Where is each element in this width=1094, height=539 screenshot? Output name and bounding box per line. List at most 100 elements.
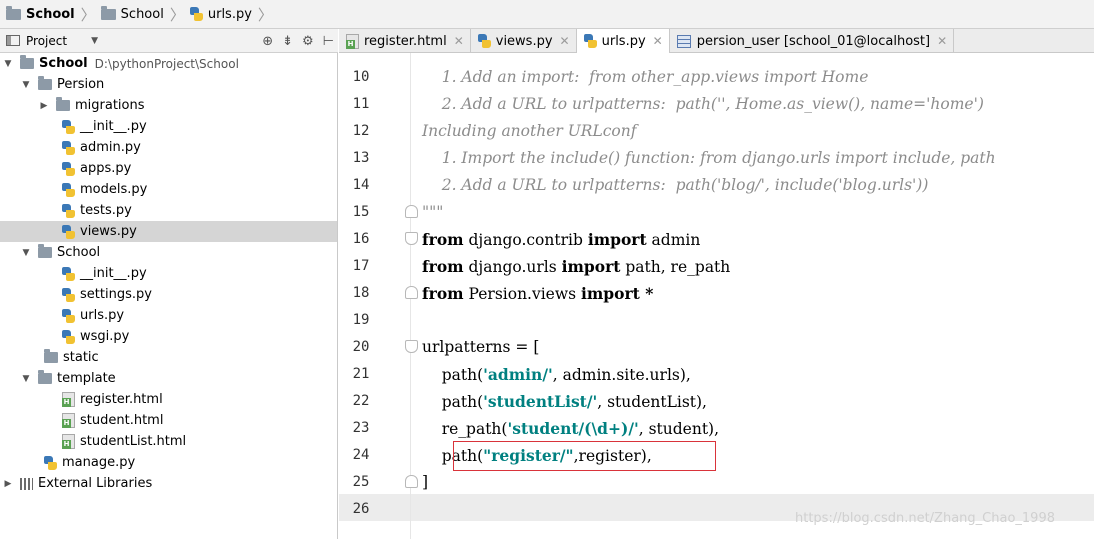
breadcrumb-folder[interactable]: School 〉 [100,0,190,29]
line-number: 21 [352,366,370,382]
locate-file-icon[interactable]: ⊕ [262,34,273,49]
python-file-icon [62,308,75,323]
hide-panel-icon[interactable]: ⊢ [323,34,334,49]
tree-item-file[interactable]: urls.py [0,305,337,326]
tab-urls-py[interactable]: urls.py ✕ [576,29,670,53]
chevron-right-icon[interactable]: ▶ [38,101,50,111]
tree-item-folder[interactable]: static [0,347,337,368]
annotation-highlight-box [453,441,716,471]
string-token: 'student/(\d+)/' [507,419,639,438]
chevron-right-icon[interactable]: ▶ [2,479,14,489]
tree-item-file[interactable]: settings.py [0,284,337,305]
html-file-icon [346,33,359,49]
close-icon[interactable]: ✕ [560,34,570,48]
line-number: 26 [352,501,370,517]
collapse-all-icon[interactable]: ⇟ [282,34,293,49]
line-number: 24 [352,447,370,463]
tree-item-file[interactable]: apps.py [0,158,337,179]
tree-item-file[interactable]: admin.py [0,137,337,158]
fold-marker-icon[interactable] [405,205,418,218]
chevron-down-icon[interactable]: ▼ [20,374,32,384]
fold-marker-icon[interactable] [405,286,418,299]
tree-item-file[interactable]: manage.py [0,452,337,473]
code-token: , studentList), [597,393,707,411]
python-file-icon [477,34,491,48]
project-tree: ▼ School D:\pythonProject\School ▼ Persi… [0,53,338,539]
tree-item-folder[interactable]: ▼ template [0,368,337,389]
code-token: path, re_path [620,258,731,276]
tree-item-label: views.py [80,224,137,239]
keyword-token: import [581,284,640,303]
tab-views-py[interactable]: views.py ✕ [471,29,577,53]
tab-persion-user-table[interactable]: persion_user [school_01@localhost] ✕ [670,29,955,53]
html-file-icon [62,434,75,449]
python-file-icon [62,329,75,344]
keyword-token: from [422,257,464,276]
fold-marker-icon[interactable] [405,232,418,245]
tree-item-label: manage.py [62,455,136,470]
line-number: 23 [352,420,370,436]
folder-icon [100,5,116,20]
gear-icon[interactable]: ⚙ [302,34,314,49]
tree-item-label: Persion [57,77,105,92]
tree-item-folder[interactable]: ▼ School [0,242,337,263]
tree-item-label: admin.py [80,140,141,155]
code-line-10: 1. Add an import: from other_app.views i… [422,68,869,86]
line-number: 20 [352,339,370,355]
python-file-icon [62,266,75,281]
tree-item-label: __init__.py [80,119,147,134]
tree-item-label: __init__.py [80,266,147,281]
line-number: 22 [352,393,370,409]
tab-label: persion_user [school_01@localhost] [696,33,931,49]
python-file-icon [62,182,75,197]
chevron-down-icon[interactable]: ▼ [20,80,32,90]
breadcrumb-file[interactable]: urls.py 〉 [189,0,278,29]
chevron-down-icon[interactable]: ▼ [20,248,32,258]
fold-marker-icon[interactable] [405,340,418,353]
tab-register-html[interactable]: register.html ✕ [339,29,471,53]
code-line-11: 2. Add a URL to urlpatterns: path('', Ho… [422,95,984,113]
python-file-icon [62,161,75,176]
keyword-token: from [422,230,464,249]
tree-item-folder[interactable]: ▼ Persion [0,74,337,95]
tree-item-file[interactable]: __init__.py [0,116,337,137]
tree-item-file[interactable]: studentList.html [0,431,337,452]
line-number: 10 [352,69,370,85]
tree-item-external-libraries[interactable]: ▶ External Libraries [0,473,337,494]
tree-item-folder[interactable]: ▶ migrations [0,95,337,116]
project-panel-icon [6,35,20,46]
tree-item-root[interactable]: ▼ School D:\pythonProject\School [0,53,337,74]
chevron-down-icon[interactable]: ▼ [2,59,14,69]
tree-item-file[interactable]: wsgi.py [0,326,337,347]
python-file-icon [62,140,75,155]
python-file-icon [62,287,75,302]
tree-item-file-selected[interactable]: views.py [0,221,337,242]
python-file-icon [62,203,75,218]
code-line-21: path('admin/', admin.site.urls), [422,361,691,388]
tree-item-file[interactable]: register.html [0,389,337,410]
close-icon[interactable]: ✕ [937,34,947,48]
breadcrumb-root[interactable]: School 〉 [6,0,101,29]
panel-toolbar: ⊕ ⇟ ⚙ ⊢ [262,29,334,53]
close-icon[interactable]: ✕ [454,34,464,48]
python-file-icon [62,119,75,134]
tree-item-file[interactable]: tests.py [0,200,337,221]
fold-marker-icon[interactable] [405,475,418,488]
line-number: 25 [352,474,370,490]
code-token: , admin.site.urls), [552,366,691,384]
code-line-14: 2. Add a URL to urlpatterns: path('blog/… [422,176,929,194]
tab-label: urls.py [601,33,646,49]
tree-item-file[interactable]: __init__.py [0,263,337,284]
line-number: 12 [352,123,370,139]
tree-item-label: wsgi.py [80,329,130,344]
tree-item-label: student.html [80,413,164,428]
project-panel-title[interactable]: Project [26,34,67,48]
chevron-down-icon[interactable]: ▼ [91,36,98,46]
database-table-icon [676,34,691,48]
close-icon[interactable]: ✕ [653,34,663,48]
tree-item-file[interactable]: student.html [0,410,337,431]
code-token: django.contrib [463,231,588,249]
tree-item-file[interactable]: models.py [0,179,337,200]
code-editor[interactable]: 10 11 12 13 14 15 16 17 18 19 20 21 22 2… [339,53,1094,539]
folder-icon [38,370,52,384]
